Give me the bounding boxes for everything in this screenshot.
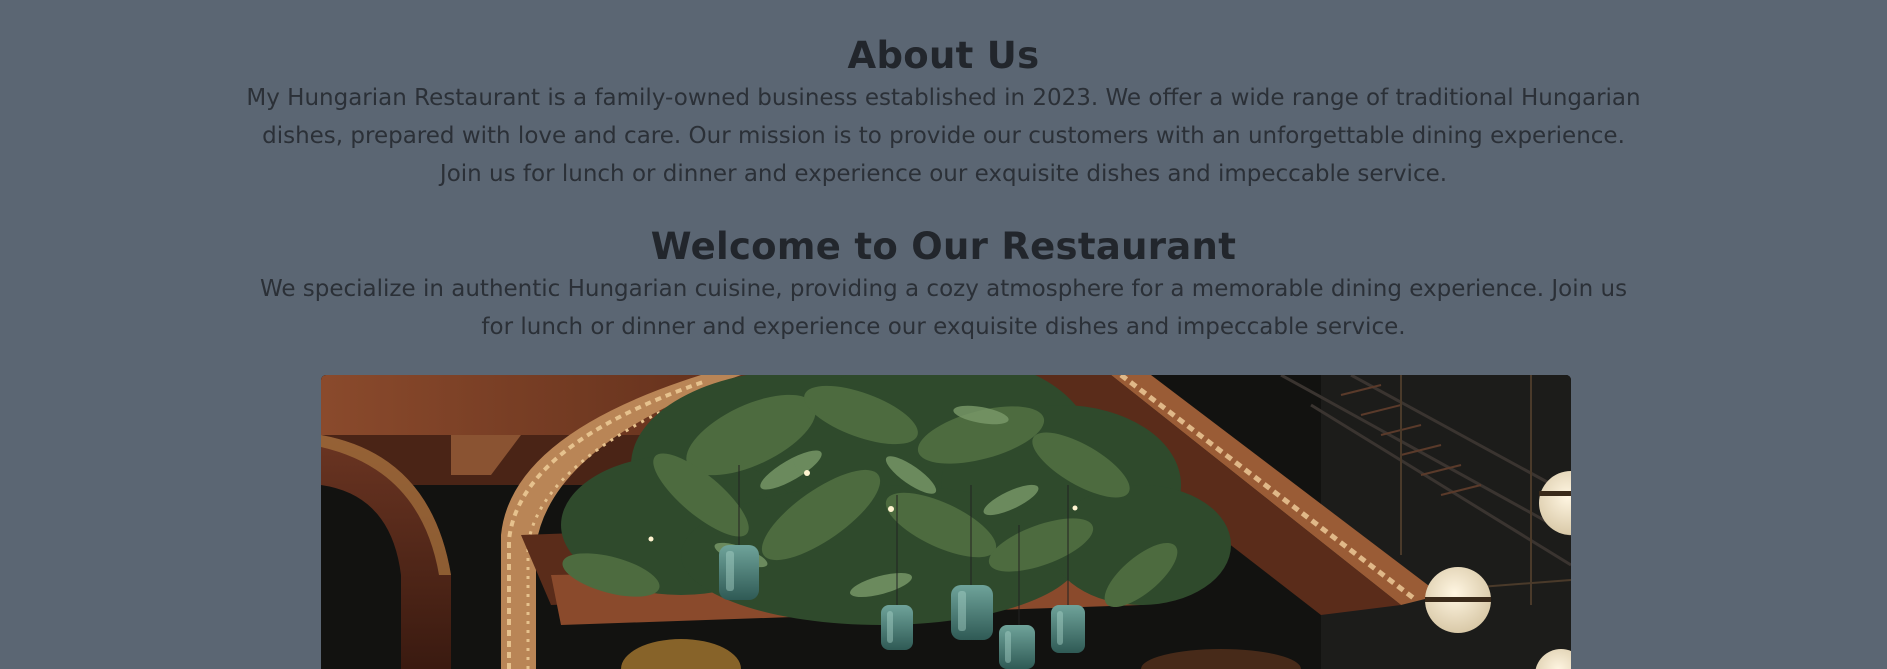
- about-text: My Hungarian Restaurant is a family-owne…: [246, 85, 1641, 187]
- welcome-text: We specialize in authentic Hungarian cui…: [259, 276, 1628, 340]
- about-section: About Us My Hungarian Restaurant is a fa…: [0, 33, 1887, 193]
- page: About Us My Hungarian Restaurant is a fa…: [0, 0, 1887, 669]
- welcome-section: Welcome to Our Restaurant We specialize …: [0, 224, 1887, 346]
- welcome-title: Welcome to Our Restaurant: [650, 225, 1237, 268]
- restaurant-interior-illustration: [321, 375, 1571, 669]
- restaurant-interior-image: [321, 375, 1571, 669]
- about-title: About Us: [847, 34, 1040, 77]
